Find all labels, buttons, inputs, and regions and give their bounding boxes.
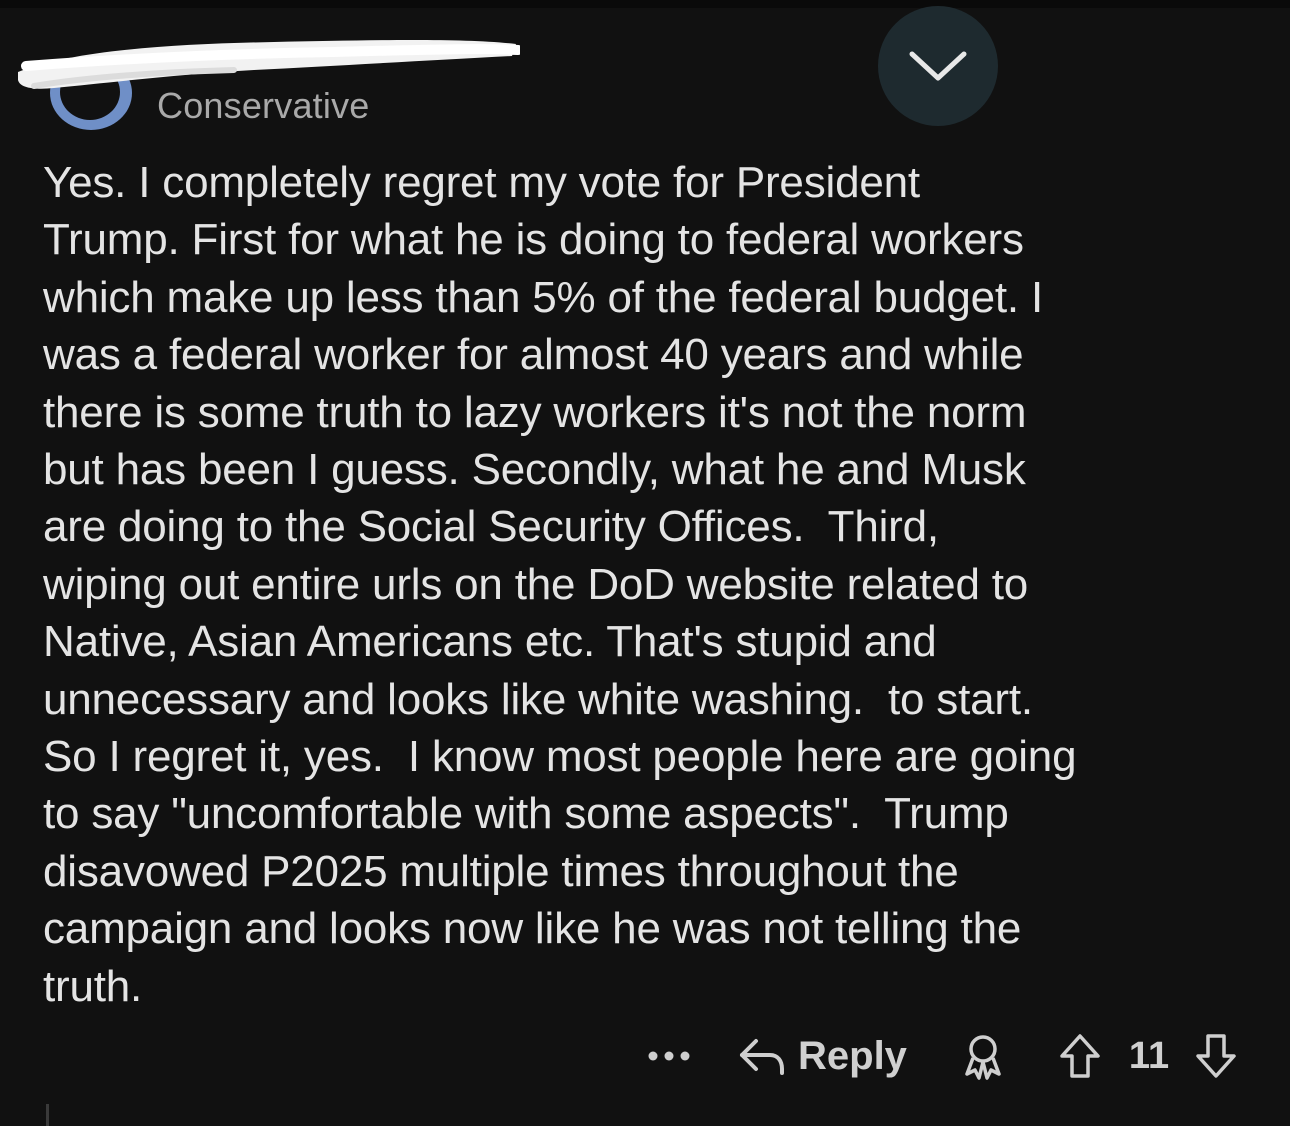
chevron-down-icon <box>909 51 967 81</box>
reply-label: Reply <box>798 1033 907 1078</box>
downvote-button[interactable] <box>1190 1030 1242 1082</box>
upvote-button[interactable] <box>1054 1030 1106 1082</box>
collapse-button[interactable] <box>878 6 998 126</box>
reply-button[interactable]: Reply <box>738 1028 907 1084</box>
more-dots-icon <box>648 1051 690 1061</box>
comment-header: Conservative <box>0 0 1290 140</box>
upvote-arrow-icon <box>1060 1034 1100 1078</box>
vote-score: 11 <box>1128 1035 1170 1077</box>
comment-action-bar: Reply 11 <box>0 1020 1290 1090</box>
comment-body: Yes. I completely regret my vote for Pre… <box>43 158 1077 1011</box>
award-icon <box>965 1035 1001 1080</box>
award-button[interactable] <box>958 1030 1008 1082</box>
more-options-button[interactable] <box>644 1036 694 1076</box>
downvote-arrow-icon <box>1196 1034 1236 1078</box>
author-flair: Conservative <box>157 85 370 126</box>
reply-arrow-icon <box>740 1039 784 1075</box>
thread-line[interactable] <box>46 1104 49 1126</box>
